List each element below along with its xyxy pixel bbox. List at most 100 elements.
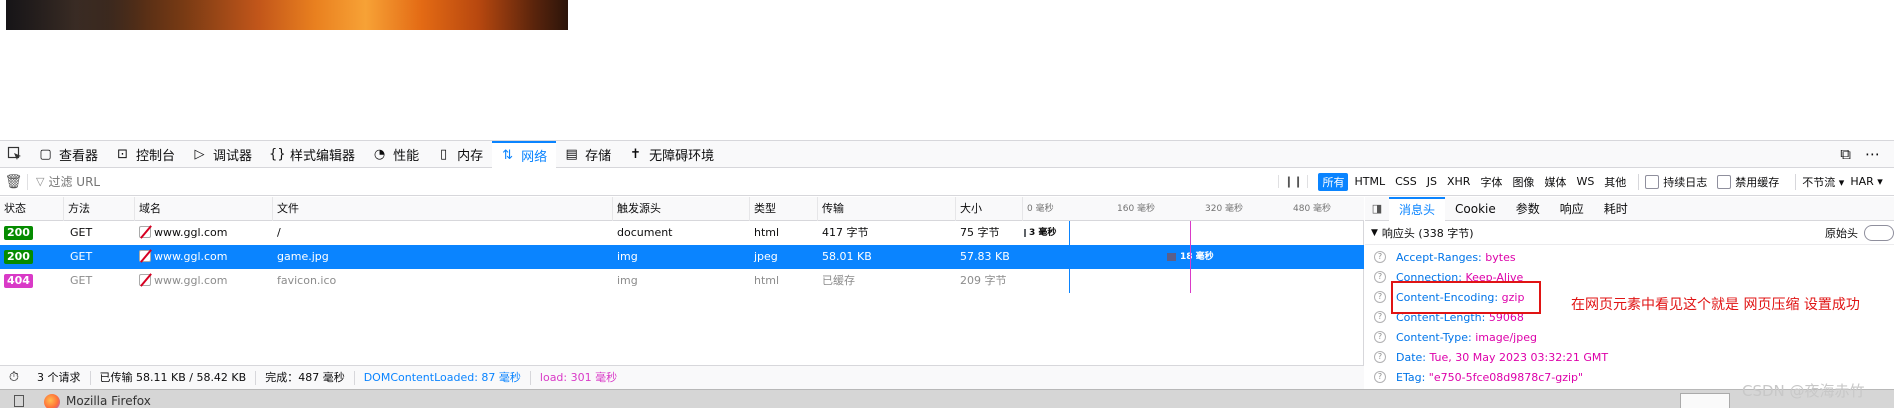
status-badge: 404 (4, 274, 33, 288)
load-marker (1190, 221, 1191, 293)
help-icon[interactable]: ? (1374, 291, 1386, 303)
tab-label: 查看器 (59, 148, 99, 164)
tab-cookies[interactable]: Cookie (1445, 197, 1506, 221)
checkbox-box[interactable] (1645, 174, 1660, 189)
request-row[interactable]: 200 GET www.ggl.com / document html 417 … (0, 221, 1364, 245)
column-header-domain[interactable]: 域名 (135, 197, 273, 221)
waterfall-timing: 3 毫秒 (1029, 228, 1057, 238)
tab-debugger[interactable]: ▷ 调试器 (184, 141, 261, 168)
column-header-initiator[interactable]: 触发源头 (613, 197, 750, 221)
help-icon[interactable]: ? (1374, 371, 1386, 383)
tab-inspector[interactable]: ▢ 查看器 (30, 141, 107, 168)
collapse-panel-icon[interactable]: ◨ (1365, 202, 1389, 215)
style-editor-icon: {} (269, 146, 286, 162)
filter-type-media[interactable]: 媒体 (1540, 173, 1570, 191)
raw-headers-toggle[interactable] (1864, 224, 1894, 241)
throttle-select[interactable]: 不节流 ▾ (1802, 174, 1844, 190)
type-cell: html (754, 274, 780, 287)
taskbar-app-label[interactable]: Mozilla Firefox (66, 394, 151, 408)
os-taskbar: Mozilla Firefox (0, 389, 1894, 408)
filter-type-js[interactable]: JS (1423, 174, 1441, 189)
performance-icon: ◔ (373, 146, 386, 162)
help-icon[interactable]: ? (1374, 251, 1386, 263)
header-value: image/jpeg (1475, 330, 1537, 344)
help-icon[interactable]: ? (1374, 311, 1386, 323)
tab-label: 样式编辑器 (290, 148, 356, 164)
show-desktop-icon[interactable] (14, 395, 24, 407)
tab-network[interactable]: ⇅ 网络 (492, 140, 557, 168)
waterfall-bar (1024, 229, 1026, 237)
tab-params[interactable]: 参数 (1506, 197, 1550, 221)
tab-style-editor[interactable]: {} 样式编辑器 (261, 141, 364, 168)
memory-icon: ▯ (440, 146, 448, 162)
har-menu-button[interactable]: HAR ▾ (1850, 175, 1882, 188)
request-row[interactable]: 200 GET www.ggl.com game.jpg img jpeg 58… (0, 245, 1364, 269)
storage-icon: ▤ (565, 146, 578, 162)
divider (1795, 173, 1797, 190)
tab-timings[interactable]: 耗时 (1594, 197, 1638, 221)
header-name: Accept-Ranges: (1396, 250, 1482, 264)
column-header-status[interactable]: 状态 (0, 197, 64, 221)
column-header-method[interactable]: 方法 (64, 197, 135, 221)
column-header-type[interactable]: 类型 (750, 197, 818, 221)
filter-type-fonts[interactable]: 字体 (1476, 173, 1506, 191)
pause-icon[interactable]: ❙❙ (1278, 175, 1309, 188)
transferred-cell: 58.01 KB (822, 250, 872, 263)
firefox-icon[interactable] (44, 394, 60, 408)
tab-storage[interactable]: ▤ 存储 (556, 141, 620, 168)
clear-trash-icon[interactable]: 🗑 (0, 173, 28, 190)
filter-url-input[interactable] (48, 174, 1279, 189)
details-tabs: ◨ 消息头 Cookie 参数 响应 耗时 (1365, 196, 1894, 221)
annotation-highlight-box (1391, 281, 1541, 314)
response-headers-section[interactable]: ▼ 响应头 (338 字节) 原始头 (1365, 221, 1894, 245)
performance-analysis-icon[interactable]: ⏱ (0, 370, 28, 385)
filter-type-ws[interactable]: WS (1572, 174, 1598, 189)
filter-type-all[interactable]: 所有 (1318, 172, 1349, 191)
help-icon[interactable]: ? (1374, 351, 1386, 363)
column-header-size[interactable]: 大小 (956, 197, 1023, 221)
column-header-row: 状态 方法 域名 文件 触发源头 类型 传输 大小 0 毫秒 160 毫秒 32… (0, 197, 1364, 221)
dom-content-loaded-time: DOMContentLoaded: 87 毫秒 (355, 370, 531, 385)
column-header-waterfall[interactable]: 0 毫秒 160 毫秒 320 毫秒 480 毫秒 (1023, 197, 1364, 221)
disable-cache-checkbox[interactable]: 禁用缓存 (1717, 174, 1779, 190)
help-icon[interactable]: ? (1374, 271, 1386, 283)
column-header-file[interactable]: 文件 (273, 197, 613, 221)
status-badge: 200 (4, 226, 33, 240)
load-time: load: 301 毫秒 (539, 370, 618, 384)
help-icon[interactable]: ? (1374, 331, 1386, 343)
section-title: 响应头 (338 字节) (1381, 226, 1474, 240)
filter-type-xhr[interactable]: XHR (1443, 174, 1474, 189)
initiator-cell: img (617, 274, 638, 287)
tab-label: 网络 (521, 149, 548, 165)
tab-accessibility[interactable]: ✝ 无障碍环境 (620, 141, 723, 168)
header-value: "e750-5fce08d9878c7-gzip" (1428, 370, 1584, 384)
element-picker-icon[interactable] (0, 141, 30, 167)
timeline-tick: 320 毫秒 (1205, 204, 1244, 214)
persist-log-checkbox[interactable]: 持续日志 (1645, 174, 1707, 190)
request-row[interactable]: 404 GET www.ggl.com favicon.ico img html… (0, 269, 1364, 293)
timeline-tick: 480 毫秒 (1293, 204, 1332, 214)
file-cell: / (277, 226, 281, 239)
tab-memory[interactable]: ▯ 内存 (428, 141, 492, 168)
more-options-icon[interactable]: ⋯ (1865, 145, 1880, 163)
column-header-transferred[interactable]: 传输 (818, 197, 956, 221)
checkbox-box[interactable] (1717, 174, 1732, 189)
domain-cell: www.ggl.com (135, 269, 273, 293)
page-image (6, 0, 568, 30)
tray-widget[interactable] (1680, 393, 1730, 408)
tab-label: 无障碍环境 (649, 148, 715, 164)
status-cell: 200 (0, 221, 64, 245)
filter-type-html[interactable]: HTML (1350, 174, 1389, 189)
tab-label: 内存 (457, 148, 484, 164)
status-badge: 200 (4, 250, 33, 264)
filter-type-images[interactable]: 图像 (1508, 173, 1538, 191)
tab-response[interactable]: 响应 (1550, 197, 1594, 221)
tab-console[interactable]: ⊡ 控制台 (107, 141, 184, 168)
filter-type-other[interactable]: 其他 (1600, 173, 1630, 191)
dock-side-icon[interactable]: ⧉ (1840, 145, 1851, 163)
domain-text: www.ggl.com (154, 274, 228, 287)
divider (1638, 173, 1640, 190)
filter-type-css[interactable]: CSS (1391, 174, 1421, 189)
tab-performance[interactable]: ◔ 性能 (364, 141, 428, 168)
tab-headers[interactable]: 消息头 (1389, 196, 1446, 221)
